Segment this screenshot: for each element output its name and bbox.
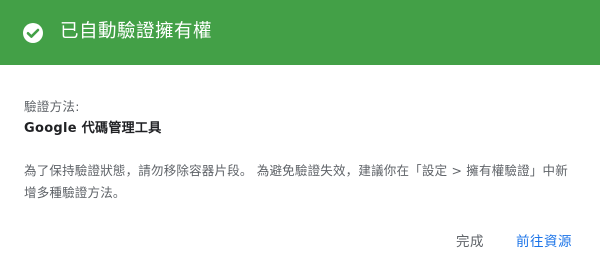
go-to-property-button[interactable]: 前往資源 [516,224,572,256]
verification-method-label: 驗證方法: [24,99,80,114]
ownership-verified-dialog: 已自動驗證擁有權 驗證方法: Google 代碼管理工具 為了保持驗證狀態，請勿… [0,0,600,271]
check-circle-icon [22,22,44,44]
dialog-actions: 完成 前往資源 [456,225,572,255]
verification-message: 為了保持驗證狀態，請勿移除容器片段。 為避免驗證失效，建議你在「設定 > 擁有權… [24,163,568,200]
verification-method-value: Google 代碼管理工具 [24,121,162,136]
dialog-header: 已自動驗證擁有權 [0,0,600,65]
dialog-title: 已自動驗證擁有權 [60,21,213,43]
done-button[interactable]: 完成 [456,224,484,256]
